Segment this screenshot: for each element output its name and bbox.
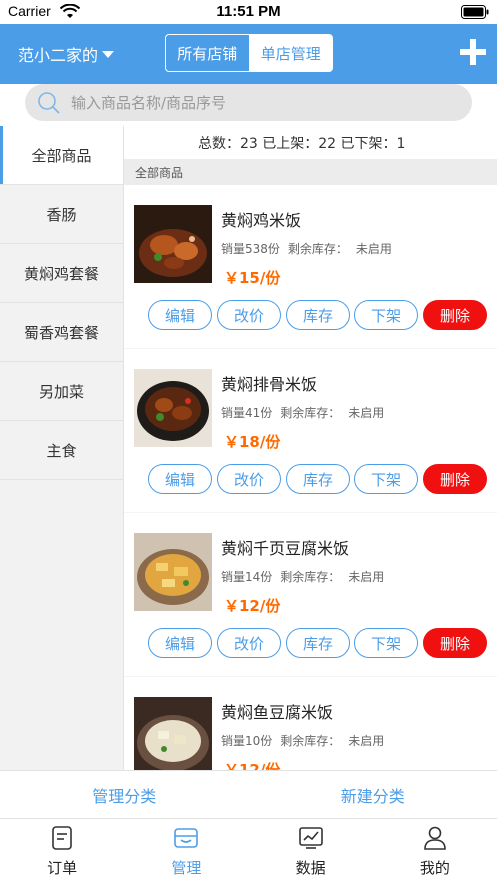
product-sales: 销量538份 [221, 242, 280, 256]
change-price-button[interactable]: 改价 [217, 300, 281, 330]
unlist-button[interactable]: 下架 [354, 628, 418, 658]
store-segment-control: 所有店铺 单店管理 [165, 34, 333, 72]
search-box[interactable] [25, 84, 472, 121]
unlist-button[interactable]: 下架 [354, 464, 418, 494]
section-label: 全部商品 [124, 159, 497, 185]
product-name: 黄焖排骨米饭 [221, 375, 318, 394]
stock-label: 剩余库存： [287, 242, 348, 256]
product-card: 黄焖排骨米饭 销量41份 剩余库存： 未启用 ￥18/份 编辑 改价 库存 下架 删… [124, 349, 497, 512]
segment-single-store[interactable]: 单店管理 [249, 35, 332, 71]
product-meta: 销量538份 剩余库存： 未启用 [221, 240, 400, 257]
product-image [134, 533, 212, 611]
delete-button[interactable]: 删除 [423, 464, 487, 494]
product-card: 黄焖鸡米饭 销量538份 剩余库存： 未启用 ￥15/份 编辑 改价 库存 下架 删… [124, 185, 497, 348]
tab-profile-label: 我的 [419, 859, 450, 877]
manage-category-button[interactable]: 管理分类 [0, 771, 249, 818]
product-price: ￥12/份 [224, 597, 281, 615]
tab-data[interactable]: 数据 [249, 819, 373, 883]
sidebar-item-staple[interactable]: 主食 [0, 421, 123, 480]
stock-button[interactable]: 库存 [286, 628, 350, 658]
product-image [134, 205, 212, 283]
product-meta: 销量14份 剩余库存： 未启用 [221, 568, 392, 585]
product-price: ￥12/份 [224, 761, 281, 770]
product-meta: 销量41份 剩余库存： 未启用 [221, 404, 392, 421]
product-image [134, 697, 212, 770]
search-icon [38, 92, 60, 114]
edit-button[interactable]: 编辑 [148, 464, 212, 494]
tab-manage-label: 管理 [171, 859, 202, 877]
product-image [134, 369, 212, 447]
product-summary: 总数：23 已上架：22 已下架：1 [124, 126, 497, 159]
sidebar-item-braised-chicken-set[interactable]: 黄焖鸡套餐 [0, 244, 123, 303]
category-actions-bar: 管理分类 新建分类 [0, 770, 497, 819]
stock-value: 未启用 [348, 406, 385, 420]
product-name: 黄焖千页豆腐米饭 [221, 539, 350, 558]
stock-label: 剩余库存： [280, 734, 341, 748]
tab-manage[interactable]: 管理 [124, 819, 248, 883]
tab-data-label: 数据 [295, 859, 326, 877]
tab-profile[interactable]: 我的 [373, 819, 497, 883]
status-time: 11:51 PM [216, 3, 281, 20]
product-card: 黄焖千页豆腐米饭 销量14份 剩余库存： 未启用 ￥12/份 编辑 改价 库存 下架… [124, 513, 497, 676]
edit-button[interactable]: 编辑 [148, 628, 212, 658]
battery-icon [461, 5, 489, 19]
product-sales: 销量41份 [221, 406, 273, 420]
manage-icon [174, 828, 199, 848]
product-name: 黄焖鱼豆腐米饭 [221, 703, 334, 722]
search-input[interactable] [71, 84, 451, 121]
tab-bar: 订单 管理 数据 我的 [0, 819, 497, 883]
stock-label: 剩余库存： [280, 406, 341, 420]
sidebar-item-extra-dishes[interactable]: 另加菜 [0, 362, 123, 421]
segment-all-stores[interactable]: 所有店铺 [166, 35, 250, 71]
tab-orders-label: 订单 [47, 859, 78, 877]
change-price-button[interactable]: 改价 [217, 628, 281, 658]
stock-value: 未启用 [355, 242, 392, 256]
stock-label: 剩余库存： [280, 570, 341, 584]
status-bar: Carrier 11:51 PM [0, 0, 497, 24]
edit-button[interactable]: 编辑 [148, 300, 212, 330]
stock-value: 未启用 [348, 734, 385, 748]
new-category-button[interactable]: 新建分类 [249, 771, 497, 818]
sidebar-item-sichuan-chicken-set[interactable]: 蜀香鸡套餐 [0, 303, 123, 362]
app-header: 范小二家的 所有店铺 单店管理 [0, 24, 497, 84]
sidebar-item-all[interactable]: 全部商品 [0, 126, 123, 185]
change-price-button[interactable]: 改价 [217, 464, 281, 494]
sidebar-item-sausage[interactable]: 香肠 [0, 185, 123, 244]
unlist-button[interactable]: 下架 [354, 300, 418, 330]
delete-button[interactable]: 删除 [423, 628, 487, 658]
tab-orders[interactable]: 订单 [0, 819, 124, 883]
store-selector[interactable]: 范小二家的 [18, 42, 115, 66]
product-name: 黄焖鸡米饭 [221, 211, 302, 230]
product-card: 黄焖鱼豆腐米饭 销量10份 剩余库存： 未启用 ￥12/份 [124, 677, 497, 770]
product-sales: 销量10份 [221, 734, 273, 748]
product-price: ￥15/份 [224, 269, 281, 287]
product-sales: 销量14份 [221, 570, 273, 584]
search-area [0, 84, 497, 126]
stock-value: 未启用 [348, 570, 385, 584]
store-name: 范小二家的 [18, 46, 99, 65]
orders-icon [52, 826, 72, 850]
add-icon[interactable] [459, 38, 487, 66]
profile-icon [424, 826, 446, 850]
product-price: ￥18/份 [224, 433, 281, 451]
delete-button[interactable]: 删除 [423, 300, 487, 330]
data-icon [298, 827, 323, 849]
product-meta: 销量10份 剩余库存： 未启用 [221, 732, 392, 749]
stock-button[interactable]: 库存 [286, 300, 350, 330]
category-sidebar: 全部商品 香肠 黄焖鸡套餐 蜀香鸡套餐 另加菜 主食 [0, 126, 124, 770]
caret-down-icon [102, 50, 115, 58]
product-list-panel[interactable]: 总数：23 已上架：22 已下架：1 全部商品 黄焖鸡米饭 销量538份 剩余库存… [124, 126, 497, 770]
stock-button[interactable]: 库存 [286, 464, 350, 494]
